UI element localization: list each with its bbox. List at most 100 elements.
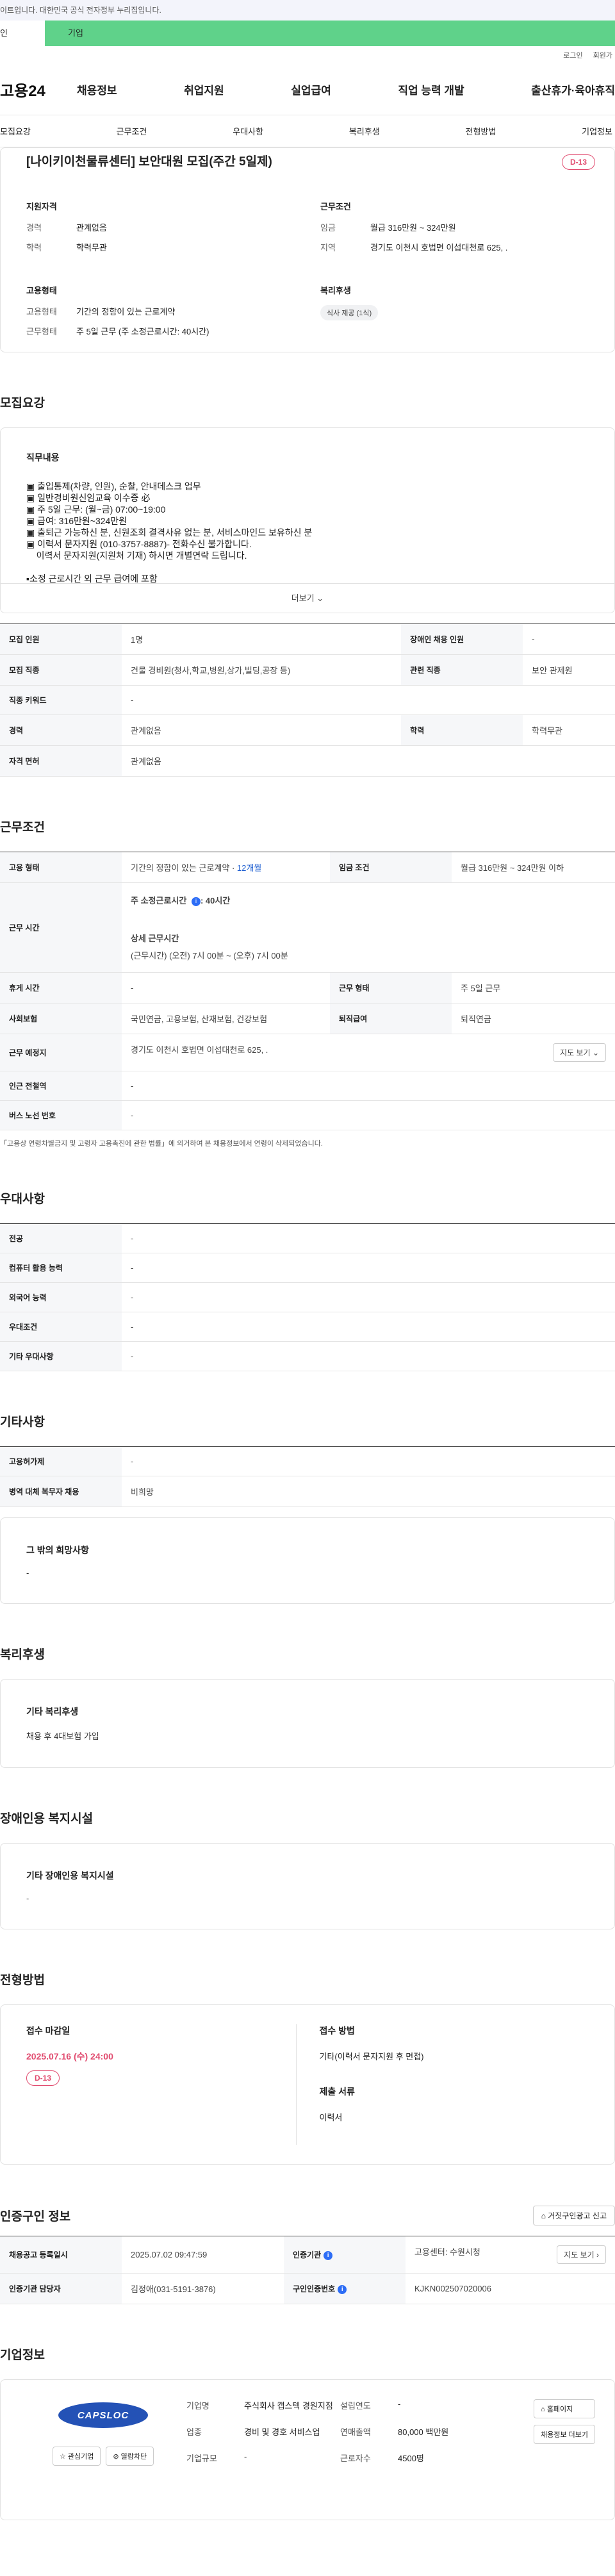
weekly-hours-label: 주 소정근로시간 bbox=[131, 896, 187, 905]
table-key: 인증기관 i bbox=[283, 2236, 406, 2274]
map-button-label: 지도 보기 bbox=[560, 1048, 591, 1057]
table-row: 우대조건 - bbox=[0, 1312, 615, 1342]
gnb-item-employment-support[interactable]: 취업지원 bbox=[184, 81, 224, 97]
table-value: 월급 316만원 ~ 324만원 이하 bbox=[452, 852, 615, 883]
gnb-item-jobs[interactable]: 채용정보 bbox=[77, 81, 117, 97]
region-value: 경기도 이천시 호법면 이섭대천로 625, . bbox=[370, 243, 508, 252]
section-title-disabled: 장애인용 복지시설 bbox=[0, 1812, 94, 1826]
subnav-company[interactable]: 기업정보 bbox=[582, 125, 612, 137]
login-link[interactable]: 로그인 bbox=[563, 50, 582, 60]
table-value: - bbox=[122, 1446, 615, 1476]
gnb-item-parental-leave[interactable]: 출산휴가·육아휴직 bbox=[531, 81, 615, 97]
section-title-recruit: 모집요강 bbox=[0, 397, 45, 410]
section-title-pref: 우대사항 bbox=[0, 1193, 45, 1206]
table-row: 근무 시간 주 소정근로시간 i: 40시간 상세 근무시간 (근무시간) (오… bbox=[0, 882, 615, 973]
table-value: - bbox=[122, 1341, 615, 1371]
other-wishes-box: 그 밖의 희망사항 - bbox=[0, 1517, 615, 1604]
org-value: 고용센터: 수원시청 bbox=[414, 2247, 480, 2257]
career-value: 관계없음 bbox=[76, 223, 107, 233]
table-key: 학력 bbox=[401, 714, 523, 746]
company-staff-label: 근로자수 bbox=[340, 2454, 371, 2463]
table-row: 컴퓨터 활용 능력 - bbox=[0, 1253, 615, 1283]
report-false-ad-button[interactable]: ⌂ 거짓구인광고 신고 bbox=[532, 2206, 615, 2225]
gnb-item-vocational-training[interactable]: 직업 능력 개발 bbox=[398, 81, 464, 97]
site-logo[interactable]: 고용24 bbox=[0, 78, 77, 101]
tab-personal[interactable]: 인 bbox=[0, 21, 45, 46]
table-key: 근무 시간 bbox=[0, 882, 122, 973]
join-link[interactable]: 회원가 bbox=[593, 50, 612, 60]
work-place: 경기도 이천시 호법면 이섭대천로 625, . bbox=[131, 1045, 268, 1055]
subnav-welfare[interactable]: 복리후생 bbox=[349, 125, 380, 137]
info-icon[interactable]: i bbox=[324, 2250, 333, 2260]
more-label: 더보기 bbox=[291, 593, 315, 603]
table-row: 버스 노선 번호 - bbox=[0, 1100, 615, 1130]
company-size-label: 기업규모 bbox=[186, 2454, 217, 2463]
section-title-apply: 전형방법 bbox=[0, 1974, 45, 1987]
subnav-work[interactable]: 근무조건 bbox=[117, 125, 147, 137]
block-view-button[interactable]: ⊘ 열람차단 bbox=[106, 2447, 154, 2466]
table-key: 컴퓨터 활용 능력 bbox=[0, 1253, 122, 1283]
table-row: 고용 형태 기간의 정함이 있는 근로계약 · 12개월 임금 조건 월급 31… bbox=[0, 852, 615, 883]
company-box: CAPSLOC ☆ 관심기업 ⊘ 열람차단 기업명 주식회사 캡스텍 경원지점 설… bbox=[0, 2379, 615, 2520]
table-value: - bbox=[122, 1253, 615, 1283]
table-value: - bbox=[122, 1312, 615, 1342]
subnav-pref[interactable]: 우대사항 bbox=[233, 125, 263, 137]
summary-cond-head: 근무조건 bbox=[320, 202, 351, 211]
etc-table: 고용허가제 - 병역 대체 복무자 채용 비희망 bbox=[0, 1446, 615, 1507]
table-key: 근무 형태 bbox=[330, 972, 452, 1003]
subnav-recruit[interactable]: 모집요강 bbox=[0, 125, 31, 137]
cert-no-label: 구인인증번호 bbox=[292, 2284, 336, 2293]
table-value: 건물 경비원(청사,학교,병원,상가,빌딩,공장 등) bbox=[122, 654, 402, 686]
emptype-value: 기간의 정함이 있는 근로계약 bbox=[76, 307, 176, 317]
company-staff-value: 4500명 bbox=[398, 2454, 424, 2463]
table-key: 채용공고 등록일시 bbox=[0, 2236, 122, 2274]
company-logo-text: CAPSLOC bbox=[58, 2402, 148, 2428]
table-row: 근무 예정지 경기도 이천시 호법면 이섭대천로 625, . 지도 보기 ⌄ bbox=[0, 1034, 615, 1071]
section-title-work: 근무조건 bbox=[0, 821, 45, 834]
table-key: 병역 대체 복무자 채용 bbox=[0, 1476, 122, 1507]
table-row: 병역 대체 복무자 채용 비희망 bbox=[0, 1476, 615, 1507]
table-key: 모집 인원 bbox=[0, 623, 122, 655]
table-key: 휴게 시간 bbox=[0, 972, 122, 1003]
wage-value: 월급 316만원 ~ 324만원 bbox=[370, 223, 456, 233]
table-row: 전공 - bbox=[0, 1223, 615, 1253]
section-title-etc: 기타사항 bbox=[0, 1416, 45, 1429]
recruit-table: 모집 인원 1명 장애인 채용 인원 - 모집 직종 건물 경비원(청사,학교,병원,… bbox=[0, 623, 615, 777]
subnav-apply[interactable]: 전형방법 bbox=[466, 125, 496, 137]
disabled-value: - bbox=[26, 1894, 29, 1903]
cert-map-button[interactable]: 지도 보기 › bbox=[557, 2245, 606, 2264]
worktype-label: 근무형태 bbox=[26, 327, 57, 336]
info-icon[interactable]: i bbox=[191, 896, 201, 906]
global-nav: 고용24 채용정보 취업지원 실업급여 직업 능력 개발 출산휴가·육아휴직 bbox=[0, 64, 615, 115]
detail-hours-value: (근무시간) (오전) 7시 00분 ~ (오후) 7시 00분 bbox=[131, 951, 288, 961]
company-year-value: - bbox=[398, 2399, 401, 2409]
map-button[interactable]: 지도 보기 ⌄ bbox=[553, 1043, 606, 1062]
apply-dday-badge: D-13 bbox=[26, 2070, 60, 2086]
table-value: 고용센터: 수원시청 지도 보기 › bbox=[405, 2236, 615, 2274]
table-key: 직종 키워드 bbox=[0, 685, 122, 715]
pref-table: 전공 - 컴퓨터 활용 능력 - 외국어 능력 - 우대조건 - 기타 우대사항 - bbox=[0, 1223, 615, 1371]
summary-conditions: 근무조건 임금 월급 316만원 ~ 324만원 지역 경기도 이천시 호법면 이섭… bbox=[320, 200, 614, 261]
other-wishes-head: 그 밖의 희망사항 bbox=[26, 1545, 89, 1555]
info-icon[interactable]: i bbox=[338, 2284, 347, 2294]
more-button[interactable]: 더보기 ⌄ bbox=[1, 583, 614, 613]
table-key: 고용 형태 bbox=[0, 852, 122, 883]
report-label: 거짓구인광고 신고 bbox=[548, 2211, 607, 2220]
homepage-button[interactable]: ⌂ 홈페이지 bbox=[534, 2399, 595, 2418]
table-value: 비희망 bbox=[122, 1476, 615, 1507]
table-value: - bbox=[122, 1223, 615, 1253]
company-industry-label: 업종 bbox=[186, 2427, 202, 2437]
table-key: 기타 우대사항 bbox=[0, 1341, 122, 1371]
tab-company[interactable]: 기업 bbox=[45, 21, 615, 46]
chevron-down-icon: ⌄ bbox=[316, 593, 324, 603]
method-head: 접수 방법 bbox=[319, 2026, 355, 2036]
docs-value: 이력서 bbox=[319, 2113, 343, 2122]
table-key: 퇴직급여 bbox=[330, 1003, 452, 1034]
table-value: 1명 bbox=[122, 623, 402, 655]
table-key: 경력 bbox=[0, 714, 122, 746]
star-icon: ☆ bbox=[59, 2453, 66, 2461]
age-note: 「고용상 연령차별금지 및 고령자 고용촉진에 관한 법률」에 의거하여 본 채… bbox=[0, 1140, 323, 1148]
favorite-company-button[interactable]: ☆ 관심기업 bbox=[52, 2447, 101, 2466]
more-jobs-button[interactable]: 채용정보 더보기 bbox=[534, 2425, 595, 2444]
gnb-item-unemployment-benefit[interactable]: 실업급여 bbox=[291, 81, 331, 97]
